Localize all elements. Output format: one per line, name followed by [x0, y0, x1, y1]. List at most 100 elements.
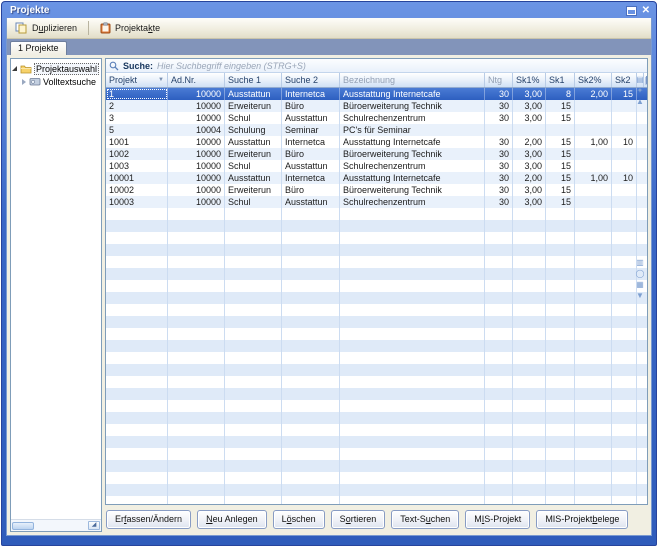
table-cell[interactable]	[225, 232, 282, 244]
table-cell[interactable]	[546, 400, 575, 412]
table-cell[interactable]	[546, 484, 575, 496]
table-cell[interactable]	[225, 460, 282, 472]
table-empty-row[interactable]	[106, 328, 647, 340]
table-cell[interactable]	[546, 448, 575, 460]
table-cell[interactable]	[546, 316, 575, 328]
table-row[interactable]: 100110000AusstattunInternetcaAusstattung…	[106, 136, 647, 148]
scrollbar-thumb[interactable]	[12, 522, 34, 530]
table-cell[interactable]	[485, 292, 513, 304]
table-cell[interactable]: Büroerweiterung Technik	[340, 100, 485, 112]
table-cell[interactable]	[282, 412, 340, 424]
table-cell[interactable]	[575, 292, 612, 304]
table-cell[interactable]	[575, 496, 612, 504]
table-cell[interactable]	[106, 484, 168, 496]
table-empty-row[interactable]	[106, 424, 647, 436]
table-cell[interactable]: 2,00	[513, 172, 546, 184]
restore-icon[interactable]	[627, 7, 636, 15]
table-cell[interactable]	[282, 304, 340, 316]
table-cell[interactable]	[575, 448, 612, 460]
table-cell[interactable]	[612, 496, 637, 504]
table-cell[interactable]: 10	[612, 172, 637, 184]
table-cell[interactable]: 3,00	[513, 160, 546, 172]
table-cell[interactable]	[340, 352, 485, 364]
table-cell[interactable]	[575, 208, 612, 220]
column-header-suche-1[interactable]: Suche 1	[225, 73, 282, 87]
table-cell[interactable]: 10000	[168, 112, 225, 124]
table-cell[interactable]	[225, 424, 282, 436]
table-cell[interactable]	[612, 304, 637, 316]
table-cell[interactable]	[575, 400, 612, 412]
table-cell[interactable]	[282, 256, 340, 268]
table-cell[interactable]	[575, 148, 612, 160]
table-cell[interactable]: 3,00	[513, 100, 546, 112]
table-cell[interactable]	[168, 448, 225, 460]
table-cell[interactable]	[106, 208, 168, 220]
table-empty-row[interactable]	[106, 208, 647, 220]
table-cell[interactable]: 10000	[168, 100, 225, 112]
footer-button-neu-anlegen[interactable]: Neu Anlegen	[197, 510, 267, 529]
table-cell[interactable]	[282, 340, 340, 352]
table-cell[interactable]	[106, 220, 168, 232]
table-cell[interactable]	[575, 220, 612, 232]
table-cell[interactable]	[575, 304, 612, 316]
table-cell[interactable]	[485, 268, 513, 280]
table-cell[interactable]	[546, 328, 575, 340]
table-cell[interactable]	[168, 436, 225, 448]
table-cell[interactable]	[612, 160, 637, 172]
table-cell[interactable]	[513, 388, 546, 400]
table-cell[interactable]: 10000	[168, 184, 225, 196]
close-icon[interactable]: ✕	[642, 6, 650, 16]
footer-button-sortieren[interactable]: Sortieren	[331, 510, 386, 529]
table-cell[interactable]	[575, 100, 612, 112]
table-cell[interactable]	[168, 220, 225, 232]
table-cell[interactable]	[485, 208, 513, 220]
table-cell[interactable]	[168, 328, 225, 340]
table-cell[interactable]	[225, 316, 282, 328]
footer-button-mis-projekt[interactable]: MIS-Projekt	[465, 510, 530, 529]
table-empty-row[interactable]	[106, 340, 647, 352]
table-cell[interactable]	[282, 292, 340, 304]
column-header-suche-2[interactable]: Suche 2	[282, 73, 340, 87]
table-cell[interactable]: 3,00	[513, 148, 546, 160]
table-cell[interactable]	[282, 316, 340, 328]
table-cell[interactable]	[106, 316, 168, 328]
zoom-icon[interactable]: ◯	[636, 270, 645, 278]
table-cell[interactable]	[225, 268, 282, 280]
table-cell[interactable]: 8	[546, 88, 575, 100]
table-cell[interactable]	[485, 388, 513, 400]
table-cell[interactable]	[106, 448, 168, 460]
table-cell[interactable]: 10001	[106, 172, 168, 184]
table-cell[interactable]	[513, 496, 546, 504]
table-cell[interactable]	[168, 484, 225, 496]
table-cell[interactable]	[612, 460, 637, 472]
table-cell[interactable]	[513, 220, 546, 232]
table-cell[interactable]	[485, 376, 513, 388]
table-cell[interactable]	[340, 280, 485, 292]
table-cell[interactable]: 2,00	[513, 136, 546, 148]
footer-button-text-suchen[interactable]: Text-Suchen	[391, 510, 459, 529]
table-cell[interactable]	[282, 496, 340, 504]
table-cell[interactable]: 30	[485, 136, 513, 148]
table-cell[interactable]	[282, 484, 340, 496]
table-cell[interactable]	[168, 280, 225, 292]
table-cell[interactable]: 30	[485, 160, 513, 172]
table-cell[interactable]	[546, 436, 575, 448]
table-row[interactable]: 110000AusstattunInternetcaAusstattung In…	[106, 88, 647, 100]
table-cell[interactable]	[225, 208, 282, 220]
footer-button-mis-projektbelege[interactable]: MIS-Projektbelege	[536, 510, 628, 529]
table-cell[interactable]	[546, 220, 575, 232]
table-cell[interactable]	[168, 424, 225, 436]
table-cell[interactable]	[546, 352, 575, 364]
table-empty-row[interactable]	[106, 412, 647, 424]
table-cell[interactable]	[612, 400, 637, 412]
table-empty-row[interactable]	[106, 232, 647, 244]
table-cell[interactable]	[340, 496, 485, 504]
table-cell[interactable]	[106, 328, 168, 340]
table-cell[interactable]	[513, 400, 546, 412]
table-cell[interactable]	[513, 316, 546, 328]
table-cell[interactable]	[612, 124, 637, 136]
tree-item-volltextsuche[interactable]: Volltextsuche	[12, 75, 100, 88]
table-cell[interactable]	[225, 220, 282, 232]
table-cell[interactable]	[513, 436, 546, 448]
table-cell[interactable]	[168, 244, 225, 256]
